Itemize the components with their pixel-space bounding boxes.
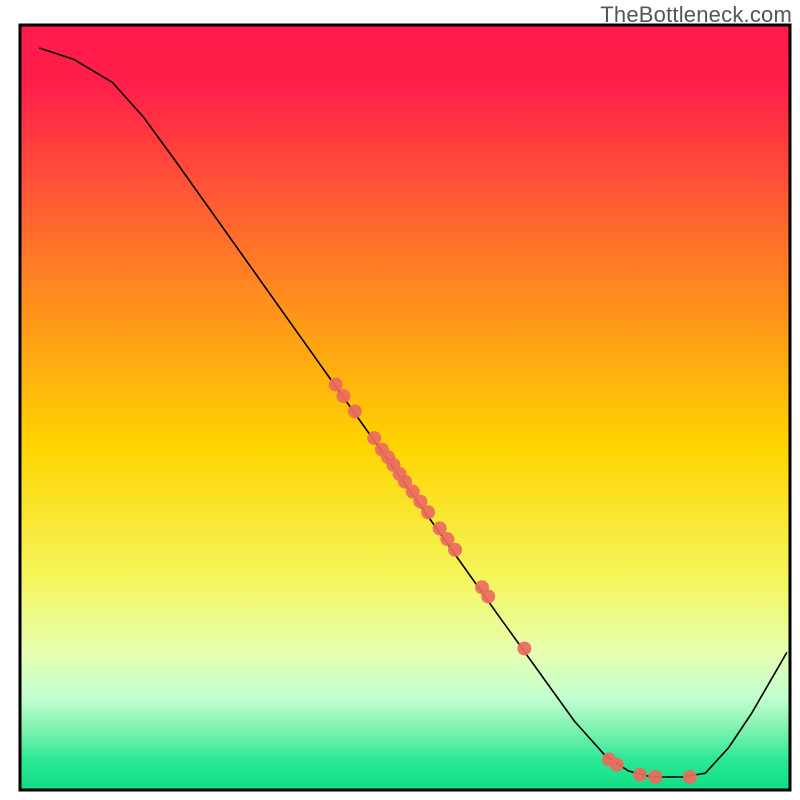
chart-canvas: TheBottleneck.com <box>0 0 800 800</box>
sample-dot <box>481 589 495 603</box>
chart-background <box>20 25 790 790</box>
sample-dot <box>633 768 647 782</box>
sample-dot <box>517 641 531 655</box>
sample-dot <box>421 505 435 519</box>
sample-dot <box>648 770 662 784</box>
sample-dot <box>610 758 624 772</box>
sample-dot <box>348 404 362 418</box>
sample-dot <box>329 378 343 392</box>
sample-dot <box>683 770 697 784</box>
sample-dot <box>336 389 350 403</box>
watermark-text: TheBottleneck.com <box>600 2 792 28</box>
sample-dot <box>367 431 381 445</box>
chart-svg <box>0 0 800 800</box>
sample-dot <box>448 543 462 557</box>
